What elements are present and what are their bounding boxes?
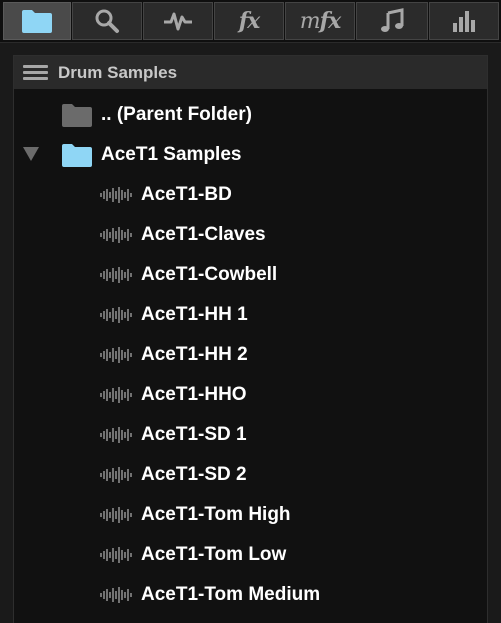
file-row[interactable]: AceT1-BD <box>14 175 487 215</box>
file-label: AceT1-Tom Medium <box>141 584 321 605</box>
audio-waveform-icon <box>100 346 134 369</box>
audio-waveform-icon <box>100 306 134 329</box>
mfx-fx-label: fx <box>319 8 342 34</box>
audio-waveform-icon <box>100 226 134 249</box>
file-label: AceT1-Tom Low <box>141 544 287 565</box>
panel-header: Drum Samples <box>14 56 487 89</box>
tab-waveform[interactable] <box>143 2 213 40</box>
audio-waveform-icon <box>100 186 134 209</box>
audio-waveform-icon <box>100 426 134 449</box>
folder-label: AceT1 Samples <box>101 144 242 165</box>
file-row[interactable]: AceT1-HHO <box>14 375 487 415</box>
file-row[interactable]: AceT1-Claves <box>14 215 487 255</box>
audio-waveform-icon <box>100 266 134 289</box>
bar-chart-icon <box>453 11 475 32</box>
music-note-icon <box>381 8 404 32</box>
file-row[interactable]: AceT1-Tom Medium <box>14 575 487 615</box>
search-icon <box>95 9 119 33</box>
file-label: AceT1-BD <box>141 184 232 205</box>
file-label: AceT1-HH 1 <box>141 304 248 325</box>
file-label: AceT1-Claves <box>141 224 266 245</box>
folder-icon <box>62 104 92 127</box>
audio-waveform-icon <box>100 466 134 489</box>
tab-fx[interactable]: fx <box>214 2 284 40</box>
file-row[interactable]: AceT1-HH 1 <box>14 295 487 335</box>
fx-label: fx <box>238 8 261 34</box>
drum-samples-panel: Drum Samples .. (Parent Folder) AceT1 Sa… <box>13 55 488 623</box>
mfx-m-label: m <box>299 9 321 34</box>
mfx-label: mfx <box>299 8 342 34</box>
folder-icon <box>22 10 52 33</box>
audio-waveform-icon <box>100 506 134 529</box>
audio-waveform-icon <box>100 386 134 409</box>
tab-levels[interactable] <box>429 2 499 40</box>
file-row[interactable]: AceT1-Tom Low <box>14 535 487 575</box>
tab-search[interactable] <box>72 2 142 40</box>
folder-icon <box>62 144 92 167</box>
file-row[interactable]: AceT1-Tom High <box>14 495 487 535</box>
file-label: AceT1-SD 1 <box>141 424 247 445</box>
file-label: AceT1-HH 2 <box>141 344 248 365</box>
parent-folder-row[interactable]: .. (Parent Folder) <box>14 95 487 135</box>
tab-files[interactable] <box>3 2 71 40</box>
tab-mfx[interactable]: mfx <box>285 2 355 40</box>
file-row[interactable]: AceT1-SD 2 <box>14 455 487 495</box>
file-label: AceT1-Tom High <box>141 504 291 525</box>
tab-music[interactable] <box>356 2 428 40</box>
file-row[interactable]: AceT1-HH 2 <box>14 335 487 375</box>
parent-folder-label: .. (Parent Folder) <box>101 104 252 125</box>
file-row[interactable]: AceT1-SD 1 <box>14 415 487 455</box>
audio-waveform-icon <box>100 546 134 569</box>
file-label: AceT1-SD 2 <box>141 464 247 485</box>
expand-triangle-icon[interactable] <box>22 146 40 162</box>
audio-waveform-icon <box>100 586 134 609</box>
file-label: AceT1-HHO <box>141 384 247 405</box>
file-label: AceT1-Cowbell <box>141 264 278 285</box>
waveform-icon <box>164 12 192 31</box>
browser-tab-bar: fx mfx <box>0 0 501 43</box>
hamburger-menu-icon[interactable] <box>23 65 48 81</box>
panel-title: Drum Samples <box>58 63 178 82</box>
folder-row-acet1-samples[interactable]: AceT1 Samples <box>14 135 487 175</box>
file-row[interactable]: AceT1-Cowbell <box>14 255 487 295</box>
